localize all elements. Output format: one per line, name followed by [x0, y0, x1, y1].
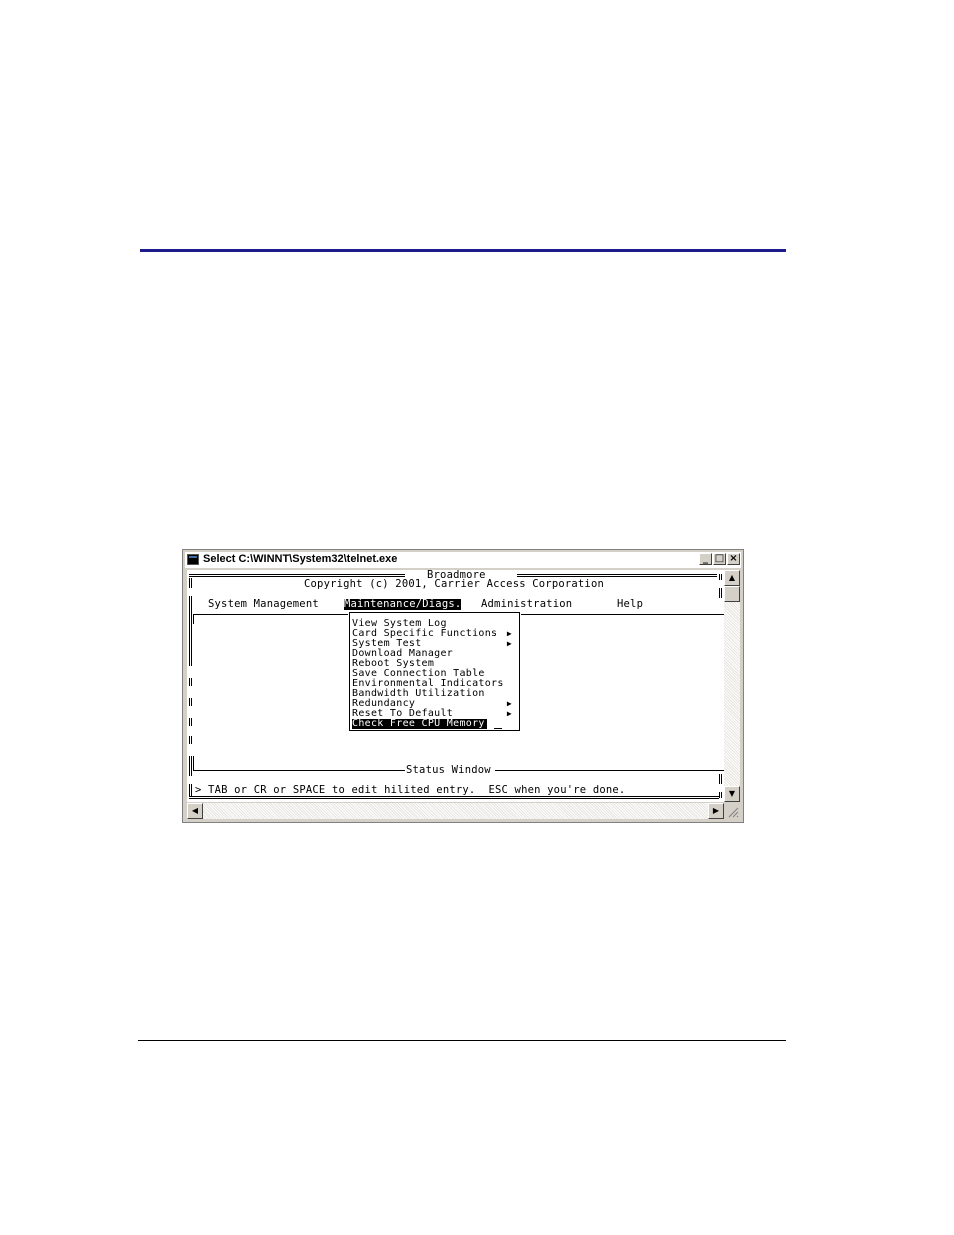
main-area-corner	[193, 614, 194, 624]
submenu-arrow-icon: ▶	[506, 629, 512, 638]
menu-help[interactable]: Help	[617, 599, 643, 610]
side-marker	[189, 658, 192, 666]
minimize-button[interactable]: _	[699, 553, 712, 565]
menu-administration[interactable]: Administration	[481, 599, 572, 610]
telnet-window: Select C:\WINNT\System32\telnet.exe _ □ …	[182, 549, 744, 823]
copyright-border-right	[719, 588, 722, 598]
status-corner	[193, 756, 194, 770]
horizontal-scrollbar[interactable]: ◀ ▶	[187, 803, 724, 819]
text-cursor	[494, 728, 502, 729]
menu-maintenance-diags[interactable]: Maintenance/Diags.	[344, 599, 462, 610]
submenu-arrow-icon: ▶	[506, 639, 512, 648]
side-marker	[189, 718, 192, 726]
submenu-arrow-icon: ▶	[506, 709, 512, 718]
banner-border-right	[517, 574, 717, 577]
banner-border-side	[189, 578, 192, 588]
banner-border-left	[189, 574, 405, 577]
side-marker	[189, 736, 192, 744]
resize-grip-icon[interactable]	[724, 803, 740, 819]
resize-grip-lines	[728, 807, 739, 818]
banner-corner-right	[719, 574, 722, 580]
console-corner-bottom-right	[719, 792, 722, 798]
status-border-left-lower	[189, 784, 192, 796]
scroll-up-button[interactable]: ▲	[724, 570, 740, 586]
scroll-left-button[interactable]: ◀	[187, 803, 203, 819]
console-border-bottom	[189, 796, 719, 799]
vertical-scroll-thumb[interactable]	[724, 586, 740, 602]
side-marker	[189, 678, 192, 686]
scroll-down-button[interactable]: ▼	[724, 786, 740, 802]
footer-rule	[138, 1040, 786, 1041]
menubar-rule-right	[521, 614, 724, 615]
menu-item-label: Check Free CPU Memory	[352, 718, 485, 729]
header-rule	[140, 249, 786, 252]
close-button[interactable]: ×	[727, 553, 740, 565]
copyright-text: Copyright (c) 2001, Carrier Access Corpo…	[304, 578, 604, 590]
side-marker	[189, 638, 192, 646]
menubar-border-left	[189, 596, 192, 666]
console-screen[interactable]: Broadmore Copyright (c) 2001, Carrier Ac…	[187, 570, 724, 802]
menu-item-check-free-cpu-memory[interactable]: Check Free CPU Memory	[352, 719, 487, 729]
scroll-right-button[interactable]: ▶	[708, 803, 724, 819]
menubar-rule-left	[193, 614, 348, 615]
maximize-button[interactable]: □	[713, 553, 726, 565]
status-border-right	[719, 774, 722, 784]
menu-system-management[interactable]: System Management	[208, 599, 319, 610]
status-rule-left	[193, 770, 405, 771]
title-bar[interactable]: Select C:\WINNT\System32\telnet.exe _ □ …	[185, 552, 741, 568]
status-border-left	[189, 756, 192, 776]
maintenance-dropdown: View System Log Card Specific Functions ▶…	[349, 612, 520, 731]
status-window-title: Status Window	[406, 764, 491, 776]
vertical-scrollbar[interactable]: ▲ ▼	[724, 570, 740, 802]
side-marker	[189, 698, 192, 706]
submenu-arrow-icon: ▶	[506, 699, 512, 708]
console-app-icon	[187, 554, 199, 565]
status-message: > TAB or CR or SPACE to edit hilited ent…	[195, 784, 626, 796]
window-title: Select C:\WINNT\System32\telnet.exe	[203, 553, 398, 565]
status-rule-right	[495, 770, 724, 771]
